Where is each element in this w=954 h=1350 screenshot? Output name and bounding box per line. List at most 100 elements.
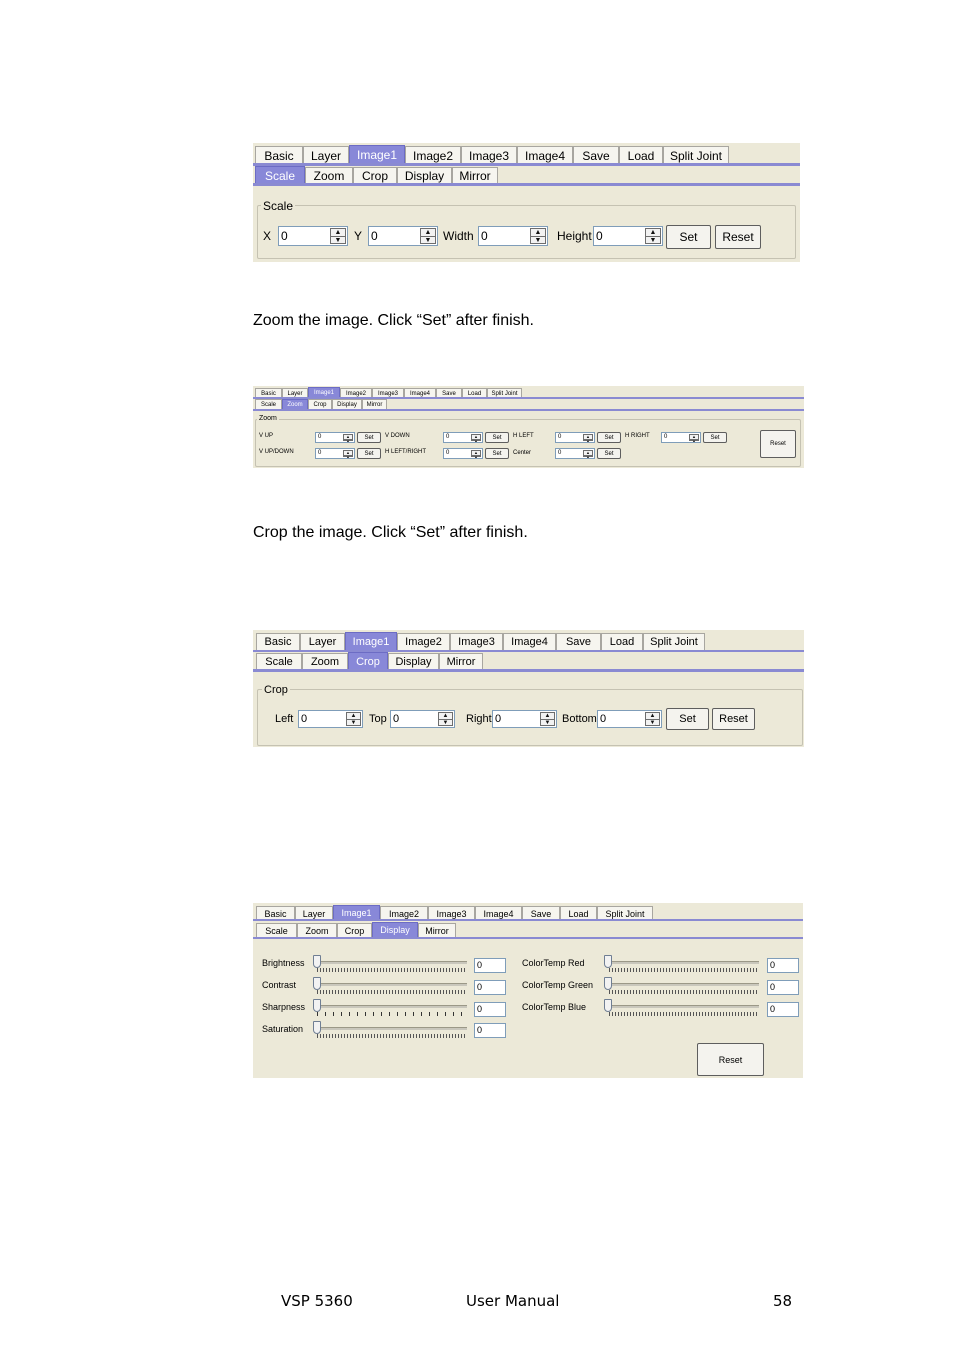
brightness-slider[interactable] xyxy=(315,961,467,964)
tab-zoom[interactable]: Zoom xyxy=(282,399,308,409)
tab-image3[interactable]: Image3 xyxy=(450,633,503,650)
spin-up-icon[interactable]: ▲ xyxy=(421,229,435,236)
sharpness-slider[interactable] xyxy=(315,1005,467,1008)
v-updown-spinner[interactable]: ▲ ▼ xyxy=(343,450,353,458)
tab-mirror[interactable]: Mirror xyxy=(452,167,498,184)
tab-crop[interactable]: Crop xyxy=(353,167,397,184)
tab-image2[interactable]: Image2 xyxy=(380,906,428,920)
tab-zoom[interactable]: Zoom xyxy=(305,167,353,184)
center-set-button[interactable]: Set xyxy=(597,448,621,459)
width-input[interactable]: 0 ▲ ▼ xyxy=(478,226,548,246)
v-updown-set-button[interactable]: Set xyxy=(357,448,381,459)
v-up-spinner[interactable]: ▲ ▼ xyxy=(343,434,353,442)
tab-image1[interactable]: Image1 xyxy=(349,145,405,164)
h-left-set-button[interactable]: Set xyxy=(597,432,621,443)
v-up-set-button[interactable]: Set xyxy=(357,432,381,443)
v-up-input[interactable]: 0 ▲ ▼ xyxy=(315,432,355,443)
tab-load[interactable]: Load xyxy=(560,906,597,920)
tab-mirror[interactable]: Mirror xyxy=(418,923,456,937)
tab-scale[interactable]: Scale xyxy=(255,399,282,409)
spin-down-icon[interactable]: ▼ xyxy=(690,439,698,442)
tab-display[interactable]: Display xyxy=(388,653,439,670)
tab-image1[interactable]: Image1 xyxy=(333,905,380,920)
tab-display[interactable]: Display xyxy=(397,167,452,184)
crop-left-input[interactable]: 0 ▲ ▼ xyxy=(298,710,363,728)
x-spinner[interactable]: ▲ ▼ xyxy=(330,228,346,244)
h-right-spinner[interactable]: ▲ ▼ xyxy=(689,434,699,442)
spin-down-icon[interactable]: ▼ xyxy=(584,455,592,458)
colortemp-green-input[interactable]: 0 xyxy=(767,980,799,995)
sharpness-slider-thumb[interactable] xyxy=(313,999,321,1012)
crop-top-input[interactable]: 0 ▲ ▼ xyxy=(390,710,455,728)
crop-set-button[interactable]: Set xyxy=(666,708,709,730)
v-down-input[interactable]: 0 ▲ ▼ xyxy=(443,432,483,443)
tab-layer[interactable]: Layer xyxy=(303,146,349,164)
h-left-spinner[interactable]: ▲ ▼ xyxy=(583,434,593,442)
center-spinner[interactable]: ▲ ▼ xyxy=(583,450,593,458)
v-down-spinner[interactable]: ▲ ▼ xyxy=(471,434,481,442)
tab-basic[interactable]: Basic xyxy=(256,633,300,650)
tab-image3[interactable]: Image3 xyxy=(428,906,475,920)
colortemp-blue-input[interactable]: 0 xyxy=(767,1002,799,1017)
crop-top-spinner[interactable]: ▲ ▼ xyxy=(438,712,453,726)
tab-save[interactable]: Save xyxy=(522,906,560,920)
tab-basic[interactable]: Basic xyxy=(256,906,295,920)
tab-crop[interactable]: Crop xyxy=(308,399,332,409)
spin-down-icon[interactable]: ▼ xyxy=(584,439,592,442)
height-input[interactable]: 0 ▲ ▼ xyxy=(593,226,663,246)
contrast-slider-thumb[interactable] xyxy=(313,977,321,990)
colortemp-red-input[interactable]: 0 xyxy=(767,958,799,973)
v-down-set-button[interactable]: Set xyxy=(485,432,509,443)
spin-down-icon[interactable]: ▼ xyxy=(347,719,360,726)
saturation-slider[interactable] xyxy=(315,1027,467,1030)
sharpness-input[interactable]: 0 xyxy=(474,1002,506,1017)
height-spinner[interactable]: ▲ ▼ xyxy=(645,228,661,244)
tab-basic[interactable]: Basic xyxy=(255,146,303,164)
colortemp-blue-slider[interactable] xyxy=(607,1005,759,1008)
scale-reset-button[interactable]: Reset xyxy=(715,225,761,249)
tab-load[interactable]: Load xyxy=(619,146,663,164)
tab-image4[interactable]: Image4 xyxy=(503,633,556,650)
saturation-slider-thumb[interactable] xyxy=(313,1021,321,1034)
crop-bottom-input[interactable]: 0 ▲ ▼ xyxy=(597,710,662,728)
crop-reset-button[interactable]: Reset xyxy=(712,708,755,730)
brightness-input[interactable]: 0 xyxy=(474,958,506,973)
h-leftright-spinner[interactable]: ▲ ▼ xyxy=(471,450,481,458)
spin-down-icon[interactable]: ▼ xyxy=(344,439,352,442)
spin-up-icon[interactable]: ▲ xyxy=(331,229,345,236)
crop-bottom-spinner[interactable]: ▲ ▼ xyxy=(645,712,660,726)
spin-down-icon[interactable]: ▼ xyxy=(421,236,435,244)
h-right-input[interactable]: 0 ▲ ▼ xyxy=(661,432,701,443)
spin-down-icon[interactable]: ▼ xyxy=(344,455,352,458)
tab-display[interactable]: Display xyxy=(372,922,418,937)
tab-load[interactable]: Load xyxy=(601,633,643,650)
tab-split-joint[interactable]: Split Joint xyxy=(643,633,705,650)
v-updown-input[interactable]: 0 ▲ ▼ xyxy=(315,448,355,459)
tab-layer[interactable]: Layer xyxy=(300,633,345,650)
crop-right-spinner[interactable]: ▲ ▼ xyxy=(540,712,555,726)
spin-down-icon[interactable]: ▼ xyxy=(472,455,480,458)
tab-save[interactable]: Save xyxy=(573,146,619,164)
zoom-reset-button[interactable]: Reset xyxy=(760,430,796,458)
tab-image3[interactable]: Image3 xyxy=(461,146,517,164)
crop-left-spinner[interactable]: ▲ ▼ xyxy=(346,712,361,726)
spin-down-icon[interactable]: ▼ xyxy=(646,719,659,726)
tab-mirror[interactable]: Mirror xyxy=(362,399,387,409)
brightness-slider-thumb[interactable] xyxy=(313,955,321,968)
tab-zoom[interactable]: Zoom xyxy=(302,653,348,670)
tab-crop[interactable]: Crop xyxy=(348,652,388,670)
center-input[interactable]: 0 ▲ ▼ xyxy=(555,448,595,459)
tab-image1[interactable]: Image1 xyxy=(345,632,397,650)
colortemp-green-slider-thumb[interactable] xyxy=(604,977,612,990)
tab-scale[interactable]: Scale xyxy=(256,653,302,670)
tab-split-joint[interactable]: Split Joint xyxy=(663,146,729,164)
display-reset-button[interactable]: Reset xyxy=(697,1043,764,1076)
scale-set-button[interactable]: Set xyxy=(666,225,711,249)
h-leftright-set-button[interactable]: Set xyxy=(485,448,509,459)
tab-display[interactable]: Display xyxy=(332,399,362,409)
spin-down-icon[interactable]: ▼ xyxy=(331,236,345,244)
spin-up-icon[interactable]: ▲ xyxy=(646,229,660,236)
contrast-slider[interactable] xyxy=(315,983,467,986)
tab-crop[interactable]: Crop xyxy=(337,923,372,937)
tab-save[interactable]: Save xyxy=(556,633,601,650)
